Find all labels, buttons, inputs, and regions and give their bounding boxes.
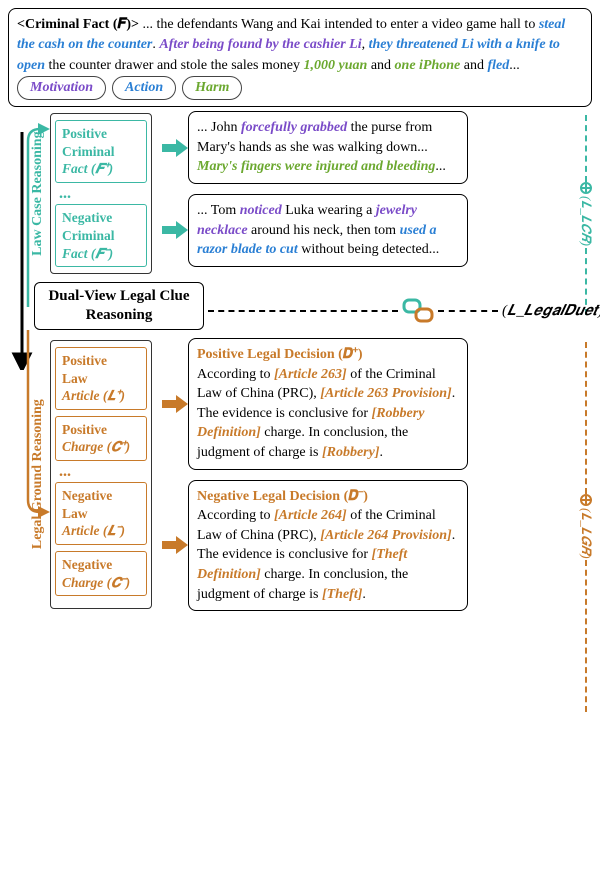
legend-motivation: Motivation — [17, 76, 106, 100]
lcr-section: Law Case Reasoning Positive Criminal Fac… — [8, 111, 592, 276]
teal-arrow-icon — [162, 138, 188, 158]
legend-row: Motivation Action Harm — [17, 76, 242, 100]
neg-decision-title: Negative Legal Decision (𝑫⁻) — [197, 487, 459, 507]
lgr-boxes-column: Positive Law Article (𝑳⁺) Positive Charg… — [50, 340, 152, 609]
fact-text-7: ... — [509, 58, 520, 73]
lcr-dots: ... — [55, 189, 147, 199]
lcr-loss-label: (𝑳_𝑳𝑪𝑹) — [578, 196, 594, 246]
lgr-vertical-label: Legal Ground Reasoning — [28, 338, 48, 611]
fact-text-1: ... the defendants Wang and Kai intended… — [139, 17, 539, 32]
criminal-fact-panel: <Criminal Fact (𝑭)> ... the defendants W… — [8, 8, 592, 107]
dashed-connector-2 — [438, 310, 498, 312]
legend-harm: Harm — [182, 76, 242, 100]
lgr-dots: ... — [55, 467, 147, 477]
pos-decision-title: Positive Legal Decision (𝑫⁺) — [197, 345, 459, 365]
dual-view-box: Dual-View Legal Clue Reasoning — [34, 282, 204, 330]
legalduet-loss-label: (𝑳_𝑳𝒆𝒈𝒂𝒍𝑫𝒖𝒆𝒕) — [502, 302, 600, 320]
positive-charge-box: Positive Charge (𝑪⁺) — [55, 416, 147, 461]
chain-link-icon — [402, 296, 436, 331]
lgr-loss-label: (𝑳_𝑳𝑮𝑹) — [578, 508, 594, 559]
positive-decision-box: Positive Legal Decision (𝑫⁺) According t… — [188, 338, 468, 470]
fact-harm-1: 1,000 yuan — [304, 58, 368, 73]
fact-action-2: fled — [488, 58, 510, 73]
negative-fact-box: Negative Criminal Fact (𝑭⁻) — [55, 204, 147, 267]
fact-text-3: , — [362, 37, 369, 52]
fact-text-4: the counter drawer and stole the sales m… — [45, 58, 304, 73]
fact-harm-2: one iPhone — [395, 58, 461, 73]
teal-arrow-icon — [162, 220, 188, 240]
positive-fact-box: Positive Criminal Fact (𝑭⁺) — [55, 120, 147, 183]
negative-law-box: Negative Law Article (𝑳⁻) — [55, 482, 147, 545]
plus-circle-icon — [580, 494, 592, 506]
lgr-decisions-column: Positive Legal Decision (𝑫⁺) According t… — [162, 338, 468, 611]
negative-charge-box: Negative Charge (𝑪⁻) — [55, 551, 147, 596]
plus-circle-icon — [580, 182, 592, 194]
lgr-section: Legal Ground Reasoning Positive Law Arti… — [8, 338, 592, 611]
positive-case-box: ... John forcefully grabbed the purse fr… — [188, 111, 468, 184]
legend-action: Action — [112, 76, 176, 100]
positive-law-box: Positive Law Article (𝑳⁺) — [55, 347, 147, 410]
fact-motivation-2: After being found by the cashier Li — [159, 37, 361, 52]
lcr-vertical-label: Law Case Reasoning — [28, 111, 48, 276]
negative-decision-box: Negative Legal Decision (𝑫⁻) According t… — [188, 480, 468, 612]
lgr-loss-rail: (𝑳_𝑳𝑮𝑹) — [578, 342, 594, 712]
fact-text-5: and — [367, 58, 394, 73]
lcr-boxes-column: Positive Criminal Fact (𝑭⁺) ... Negative… — [50, 113, 152, 274]
dashed-connector — [208, 310, 398, 312]
fact-text-6: and — [460, 58, 487, 73]
lcr-cases-column: ... John forcefully grabbed the purse fr… — [162, 111, 468, 276]
negative-case-box: ... Tom noticed Luka wearing a jewelry n… — [188, 194, 468, 267]
fact-title: <Criminal Fact (𝑭)> — [17, 17, 139, 32]
orange-arrow-icon — [162, 394, 188, 414]
orange-arrow-icon — [162, 535, 188, 555]
